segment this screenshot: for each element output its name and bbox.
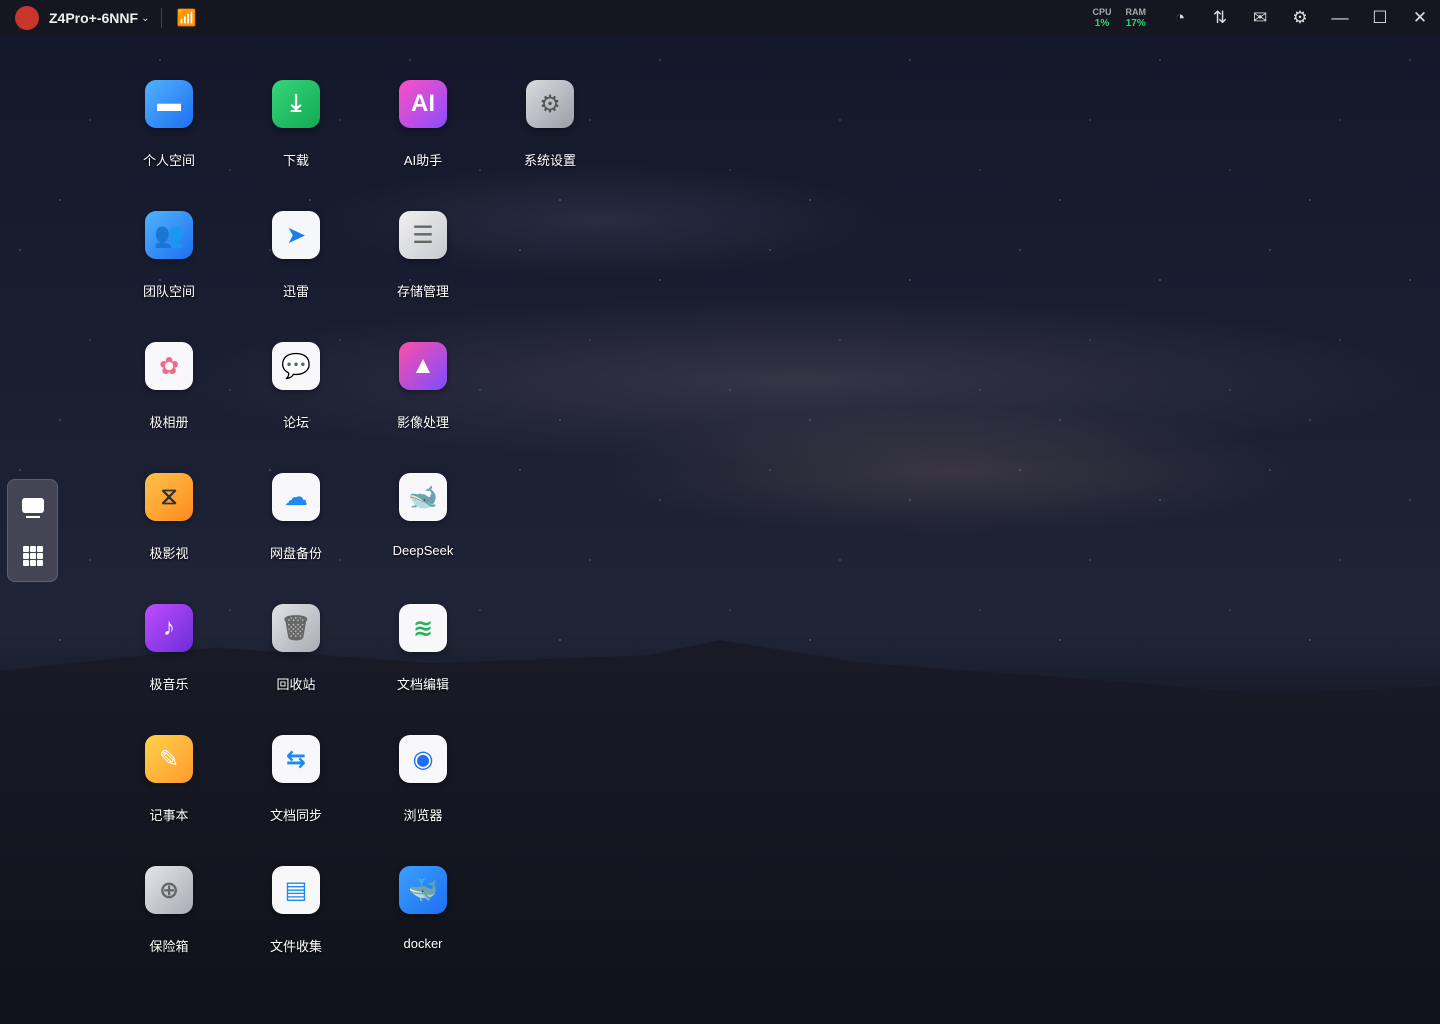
app-notepad[interactable]: ✎ 记事本	[114, 735, 224, 824]
video-icon[interactable]: ⧖	[145, 473, 193, 521]
app-docker[interactable]: 🐳 docker	[368, 866, 478, 951]
image-processing-icon[interactable]: ▲	[399, 342, 447, 390]
app-cloud-backup[interactable]: ☁ 网盘备份	[241, 473, 351, 562]
safe-icon[interactable]: ⊕	[145, 866, 193, 914]
app-label: 回收站	[276, 677, 316, 692]
ram-label: RAM	[1125, 7, 1147, 17]
app-ai-assistant[interactable]: AI AI助手	[368, 80, 478, 169]
cloud-backup-icon[interactable]: ☁	[272, 473, 320, 521]
xunlei-icon[interactable]: ➤	[272, 211, 320, 259]
app-label: 极影视	[149, 546, 189, 561]
ram-value: 17%	[1125, 18, 1146, 29]
settings-icon[interactable]: ⚙	[526, 80, 574, 128]
app-label: 文档编辑	[396, 677, 449, 692]
app-label: 记事本	[149, 808, 189, 823]
browser-icon[interactable]: ◉	[399, 735, 447, 783]
ram-stat: RAM 17%	[1126, 7, 1147, 29]
device-name[interactable]: Z4Pro+-6NNF	[49, 10, 138, 26]
app-label: 浏览器	[403, 808, 443, 823]
desktop-icon[interactable]	[22, 498, 44, 518]
app-document-sync[interactable]: ⇆ 文档同步	[241, 735, 351, 824]
divider	[161, 8, 163, 28]
app-label: 系统设置	[523, 153, 576, 168]
app-safe[interactable]: ⊕ 保险箱	[114, 866, 224, 955]
app-label: 下载	[282, 153, 309, 168]
app-label: 存储管理	[396, 284, 449, 299]
photos-icon[interactable]: ✿	[145, 342, 193, 390]
app-label: 团队空间	[142, 284, 195, 299]
title-bar: Z4Pro+-6NNF ⌄ 📶 CPU 1% RAM 17% ◔ ⇅ ✉ ⚙ — ☐…	[0, 0, 1440, 36]
app-video[interactable]: ⧖ 极影视	[114, 473, 224, 562]
app-label: 个人空间	[142, 153, 195, 168]
app-music[interactable]: ♪ 极音乐	[114, 604, 224, 693]
chevron-down-icon[interactable]: ⌄	[141, 13, 149, 24]
ai-assistant-icon[interactable]: AI	[399, 80, 447, 128]
app-label: AI助手	[403, 153, 443, 168]
app-label: 文档同步	[269, 808, 322, 823]
app-photos[interactable]: ✿ 极相册	[114, 342, 224, 431]
folder-icon[interactable]: ▬	[145, 80, 193, 128]
app-label: DeepSeek	[392, 543, 454, 558]
app-trash[interactable]: 🗑 回收站	[241, 604, 351, 693]
app-label: docker	[403, 936, 443, 951]
download-icon[interactable]: ⤓	[272, 80, 320, 128]
mail-icon[interactable]: ✉	[1240, 8, 1280, 28]
app-storage[interactable]: ☰ 存储管理	[368, 211, 478, 300]
team-folder-icon[interactable]: 👥	[145, 211, 193, 259]
app-label: 极音乐	[149, 677, 189, 692]
cpu-stat: CPU 1%	[1092, 7, 1111, 29]
app-team-folder[interactable]: 👥 团队空间	[114, 211, 224, 300]
docker-icon[interactable]: 🐳	[399, 866, 447, 914]
app-browser[interactable]: ◉ 浏览器	[368, 735, 478, 824]
app-label: 迅雷	[282, 284, 309, 299]
app-forum[interactable]: 💬 论坛	[241, 342, 351, 431]
storage-icon[interactable]: ☰	[399, 211, 447, 259]
side-dock	[7, 479, 58, 582]
app-label: 论坛	[282, 415, 309, 430]
app-label: 保险箱	[149, 939, 189, 954]
app-deepseek[interactable]: 🐋 DeepSeek	[368, 473, 478, 558]
app-document-edit[interactable]: ≋ 文档编辑	[368, 604, 478, 693]
file-collect-icon[interactable]: ▤	[272, 866, 320, 914]
notepad-icon[interactable]: ✎	[145, 735, 193, 783]
speedometer-icon[interactable]: ◔	[1160, 8, 1200, 28]
app-grid-icon[interactable]	[23, 546, 43, 566]
app-label: 极相册	[149, 415, 189, 430]
app-download[interactable]: ⤓ 下载	[241, 80, 351, 169]
app-settings[interactable]: ⚙ 系统设置	[495, 80, 605, 169]
cpu-value: 1%	[1094, 18, 1110, 29]
document-edit-icon[interactable]: ≋	[399, 604, 447, 652]
app-label: 文件收集	[269, 939, 322, 954]
document-sync-icon[interactable]: ⇆	[272, 735, 320, 783]
deepseek-icon[interactable]: 🐋	[399, 473, 447, 521]
app-file-collect[interactable]: ▤ 文件收集	[241, 866, 351, 955]
cpu-label: CPU	[1092, 7, 1112, 17]
app-xunlei[interactable]: ➤ 迅雷	[241, 211, 351, 300]
app-logo-icon	[15, 6, 39, 30]
wallpaper-dunes	[0, 640, 1440, 1024]
trash-icon[interactable]: 🗑	[272, 604, 320, 652]
app-folder[interactable]: ▬ 个人空间	[114, 80, 224, 169]
gear-icon[interactable]: ⚙	[1280, 8, 1320, 28]
maximize-button[interactable]: ☐	[1360, 8, 1400, 28]
transfer-icon[interactable]: ⇅	[1200, 8, 1240, 28]
minimize-button[interactable]: —	[1320, 8, 1360, 28]
music-icon[interactable]: ♪	[145, 604, 193, 652]
app-image-processing[interactable]: ▲ 影像处理	[368, 342, 478, 431]
close-button[interactable]: ✕	[1400, 8, 1440, 28]
forum-icon[interactable]: 💬	[272, 342, 320, 390]
app-label: 网盘备份	[269, 546, 322, 561]
wifi-icon[interactable]: 📶	[176, 8, 196, 28]
app-label: 影像处理	[396, 415, 449, 430]
